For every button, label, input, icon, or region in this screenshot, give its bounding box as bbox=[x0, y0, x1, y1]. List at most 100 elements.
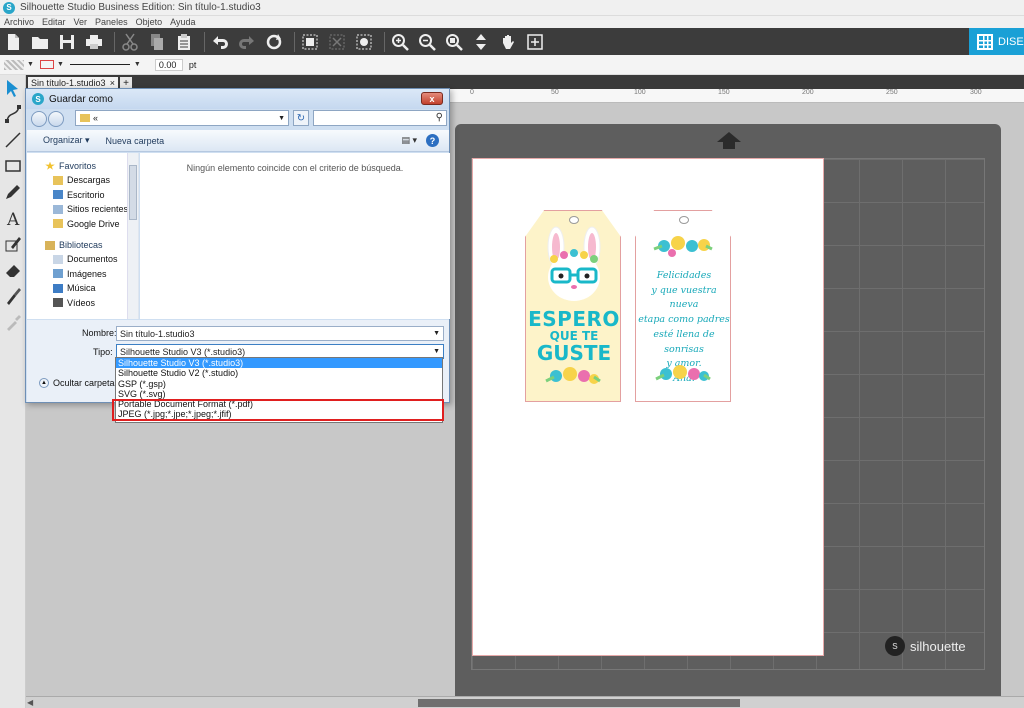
paste-icon[interactable] bbox=[173, 31, 195, 53]
nav-item-images[interactable]: Imágenes bbox=[27, 267, 138, 282]
select-by-color-icon[interactable] bbox=[353, 31, 375, 53]
nav-scrollbar[interactable] bbox=[127, 153, 138, 319]
file-type-dropdown-icon[interactable]: ▼ bbox=[433, 348, 440, 355]
dialog-titlebar: S Guardar como bbox=[26, 89, 449, 109]
pan-hand-icon[interactable] bbox=[497, 31, 519, 53]
zoom-fit-icon[interactable] bbox=[443, 31, 465, 53]
design-tab[interactable]: DISE bbox=[969, 28, 1024, 55]
redraw-icon[interactable] bbox=[263, 31, 285, 53]
view-options-icon[interactable]: ▤ ▾ bbox=[401, 135, 417, 146]
save-icon[interactable] bbox=[56, 31, 78, 53]
print-icon[interactable] bbox=[83, 31, 105, 53]
horizontal-scrollbar[interactable]: ◀ bbox=[26, 696, 1024, 708]
undo-icon[interactable] bbox=[209, 31, 231, 53]
ruler-tick: 0 bbox=[470, 89, 474, 96]
silhouette-app-icon: S bbox=[32, 93, 44, 105]
tag2-line: esté llena de sonrisas bbox=[653, 328, 715, 355]
pencil-tool-icon[interactable] bbox=[0, 179, 26, 205]
horizontal-scroll-thumb[interactable] bbox=[418, 699, 740, 707]
document-tab-close-icon[interactable]: × bbox=[110, 78, 115, 88]
new-document-icon[interactable] bbox=[2, 31, 24, 53]
type-option-gsp[interactable]: GSP (*.gsp) bbox=[116, 379, 442, 389]
redo-icon[interactable] bbox=[236, 31, 258, 53]
search-input[interactable]: ⚲ bbox=[313, 110, 447, 126]
address-bar[interactable]: « ▼ bbox=[75, 110, 289, 126]
nav-item-documents[interactable]: Documentos bbox=[27, 252, 138, 267]
help-icon[interactable]: ? bbox=[426, 134, 439, 147]
nav-item-music[interactable]: Música bbox=[27, 281, 138, 296]
fill-pattern-dropdown-icon[interactable]: ▼ bbox=[27, 61, 34, 68]
forward-icon[interactable] bbox=[48, 110, 64, 127]
dialog-command-bar: Organizar ▾ Nueva carpeta ▤ ▾ ? bbox=[27, 130, 449, 152]
nav-item-videos[interactable]: Vídeos bbox=[27, 296, 138, 311]
fill-pattern-swatch[interactable] bbox=[4, 59, 24, 70]
ruler-tick: 100 bbox=[634, 89, 646, 96]
refresh-icon[interactable]: ↻ bbox=[293, 110, 309, 126]
nav-item-downloads[interactable]: Descargas bbox=[27, 173, 138, 188]
new-folder-button[interactable]: Nueva carpeta bbox=[106, 136, 165, 146]
menu-ver[interactable]: Ver bbox=[74, 17, 88, 27]
zoom-out-icon[interactable] bbox=[416, 31, 438, 53]
line-style-preview[interactable] bbox=[69, 64, 130, 65]
tag2-line: y que vuestra nueva bbox=[651, 284, 717, 311]
type-option-studio3[interactable]: Silhouette Studio V3 (*.studio3) bbox=[116, 358, 442, 369]
silhouette-app-icon: S bbox=[3, 1, 15, 14]
dialog-address-row: « ▼ ↻ ⚲ bbox=[31, 110, 447, 127]
eyedropper-tool-icon[interactable] bbox=[0, 309, 26, 335]
menu-paneles[interactable]: Paneles bbox=[95, 17, 128, 27]
knife-tool-icon[interactable] bbox=[0, 283, 26, 309]
nav-group-label: Bibliotecas bbox=[59, 240, 103, 250]
zoom-in-icon[interactable] bbox=[389, 31, 411, 53]
line-color-dropdown-icon[interactable]: ▼ bbox=[57, 61, 64, 68]
nav-item-desktop[interactable]: Escritorio bbox=[27, 188, 138, 203]
file-name-dropdown-icon[interactable]: ▼ bbox=[433, 330, 440, 337]
address-dropdown-icon[interactable]: ▼ bbox=[278, 115, 285, 122]
menu-editar[interactable]: Editar bbox=[42, 17, 66, 27]
organize-button[interactable]: Organizar ▾ bbox=[43, 135, 90, 146]
gift-tag-bunny[interactable]: ESPERO QUE TE GUSTE bbox=[525, 210, 621, 402]
menu-archivo[interactable]: Archivo bbox=[4, 17, 34, 27]
back-icon[interactable] bbox=[31, 110, 47, 127]
file-name-field[interactable]: Sin título-1.studio3 ▼ bbox=[116, 326, 444, 341]
dialog-close-button[interactable]: x bbox=[421, 92, 443, 105]
rectangle-tool-icon[interactable] bbox=[0, 153, 26, 179]
menu-objeto[interactable]: Objeto bbox=[136, 17, 163, 27]
nav-item-recent[interactable]: Sitios recientes bbox=[27, 202, 138, 217]
nav-item-google-drive[interactable]: Google Drive bbox=[27, 217, 138, 232]
toolbar-separator bbox=[114, 31, 115, 52]
nav-item-label: Imágenes bbox=[67, 268, 107, 279]
type-option-studio[interactable]: Silhouette Studio V2 (*.studio) bbox=[116, 368, 442, 378]
hide-folders-toggle[interactable]: ▲ Ocultar carpetas bbox=[39, 378, 119, 388]
file-list-pane[interactable]: Ningún elemento coincide con el criterio… bbox=[140, 153, 450, 319]
line-style-dropdown-icon[interactable]: ▼ bbox=[134, 61, 141, 68]
open-folder-icon[interactable] bbox=[29, 31, 51, 53]
line-color-swatch[interactable] bbox=[39, 60, 54, 69]
draw-tool-icon[interactable] bbox=[0, 231, 26, 257]
edit-points-icon[interactable] bbox=[0, 101, 26, 127]
cut-icon[interactable] bbox=[119, 31, 141, 53]
google-drive-icon bbox=[53, 219, 63, 229]
gift-tag-message[interactable]: Felicidades y que vuestra nueva etapa co… bbox=[635, 210, 731, 402]
deselect-icon[interactable] bbox=[326, 31, 348, 53]
line-width-unit: pt bbox=[188, 59, 197, 70]
copy-icon[interactable] bbox=[146, 31, 168, 53]
select-all-icon[interactable] bbox=[299, 31, 321, 53]
line-tool-icon[interactable] bbox=[0, 127, 26, 153]
main-toolbar: DISE bbox=[0, 28, 1024, 55]
select-arrow-icon[interactable] bbox=[0, 75, 26, 101]
nav-scroll-thumb[interactable] bbox=[129, 165, 137, 220]
toolbar-separator bbox=[384, 31, 385, 52]
desktop-icon bbox=[53, 190, 63, 200]
line-width-input[interactable]: 0.00 bbox=[154, 58, 183, 71]
type-option-svg[interactable]: SVG (*.svg) bbox=[116, 389, 442, 399]
move-arrows-icon[interactable] bbox=[470, 31, 492, 53]
menu-ayuda[interactable]: Ayuda bbox=[170, 17, 195, 27]
left-toolbox: A bbox=[0, 75, 26, 708]
nav-group-favorites[interactable]: Favoritos bbox=[27, 159, 138, 173]
eraser-tool-icon[interactable] bbox=[0, 257, 26, 283]
text-tool-icon[interactable]: A bbox=[0, 205, 26, 231]
file-type-label: Tipo: bbox=[93, 347, 113, 357]
scroll-left-icon[interactable]: ◀ bbox=[27, 698, 33, 707]
add-page-icon[interactable] bbox=[524, 31, 546, 53]
nav-group-libraries[interactable]: Bibliotecas bbox=[27, 238, 138, 252]
